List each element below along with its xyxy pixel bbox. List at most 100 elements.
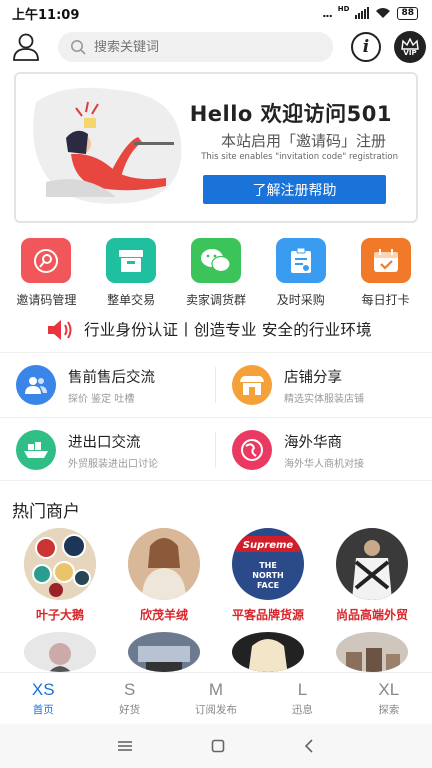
tab-subscribe-publish[interactable]: M 订阅发布 <box>173 673 259 724</box>
banner-subtitle: 本站启用「邀请码」注册 <box>220 132 386 150</box>
feature-store-share[interactable]: 店铺分享 精选实体服装店铺 <box>216 353 432 417</box>
feature-title: 售前售后交流 <box>68 369 155 386</box>
tab-icon: XL <box>378 680 400 699</box>
tab-explore[interactable]: XL 探索 <box>346 673 432 724</box>
banner-title: Hello 欢迎访问501 <box>189 102 392 126</box>
merchant-card[interactable] <box>10 632 110 672</box>
tab-label: 订阅发布 <box>195 704 238 716</box>
clipboard-icon <box>290 247 311 273</box>
quick-link-icon-bg <box>360 238 411 283</box>
search-icon <box>71 40 86 55</box>
home-icon[interactable] <box>211 739 225 753</box>
users-icon <box>25 377 47 394</box>
model-photo <box>336 632 408 672</box>
feature-title: 店铺分享 <box>284 369 342 386</box>
merchant-card[interactable]: 尚品高端外贸 <box>322 528 422 623</box>
store-photo <box>128 632 200 672</box>
menu-icon[interactable] <box>117 740 133 752</box>
quick-link-label: 每日打卡 <box>361 293 410 307</box>
store-icon <box>240 376 264 395</box>
quick-link-invite-code[interactable]: 邀请码管理 <box>6 238 86 308</box>
quick-link-purchase[interactable]: 及时采购 <box>261 238 341 308</box>
patches-image <box>24 528 96 600</box>
status-bar: 上午11:09 ... HD 88 <box>0 0 432 26</box>
brand-logos-image: Supreme THENORTHFACE <box>232 528 304 600</box>
model-photo <box>128 528 200 600</box>
merchant-name: 叶子大鹅 <box>35 608 84 622</box>
merchant-card[interactable] <box>218 632 318 672</box>
merchant-avatar: Supreme THE NORTH FACE <box>232 528 304 600</box>
feature-icon-bg <box>232 430 272 470</box>
tab-icon: M <box>208 680 224 699</box>
search-bar[interactable] <box>58 32 333 62</box>
tab-label: 探索 <box>378 704 400 716</box>
quick-link-label: 整单交易 <box>107 293 156 307</box>
back-icon[interactable] <box>303 739 315 753</box>
quick-link-icon-bg <box>21 238 72 283</box>
feature-row-2: 进出口交流 外贸服装进出口讨论 海外华商 海外华人商机对接 <box>0 417 432 481</box>
globe-icon <box>241 439 263 461</box>
feature-subtitle: 外贸服装进出口讨论 <box>68 458 158 470</box>
signal-icon <box>355 7 370 19</box>
feature-title: 进出口交流 <box>68 434 141 451</box>
quick-link-seller-group[interactable]: 卖家调货群 <box>176 238 256 308</box>
bottom-tab-bar: XS 首页 S 好货 M 订阅发布 L 迅息 XL 探索 <box>0 672 432 724</box>
merchant-card[interactable]: 叶子大鹅 <box>10 528 110 623</box>
wifi-icon <box>376 8 391 18</box>
info-glyph: i <box>362 37 370 57</box>
merchant-avatar <box>24 632 96 672</box>
merchant-card[interactable] <box>322 632 422 672</box>
system-navigation-bar <box>0 724 432 768</box>
vip-crown-icon[interactable]: VIP <box>394 31 426 63</box>
ship-icon <box>24 442 48 458</box>
quick-link-label: 邀请码管理 <box>16 293 77 307</box>
merchant-name: 欣茂羊绒 <box>139 608 188 622</box>
notification-dots: ... <box>322 6 333 20</box>
merchant-avatar <box>128 632 200 672</box>
feature-icon-bg <box>232 365 272 405</box>
registration-help-button[interactable]: 了解注册帮助 <box>203 175 386 204</box>
merchant-avatar <box>24 528 96 600</box>
quick-link-label: 及时采购 <box>276 293 325 307</box>
feature-icon-bg <box>16 365 56 405</box>
feature-import-export[interactable]: 进出口交流 外贸服装进出口讨论 <box>0 418 216 482</box>
tab-icon: XS <box>31 680 55 699</box>
svg-text:FACE: FACE <box>257 581 279 590</box>
user-icon[interactable] <box>12 32 40 62</box>
search-input[interactable] <box>94 39 314 55</box>
wechat-icon <box>200 248 231 272</box>
announcement-bar: 行业身份认证丨创造专业 安全的行业环境 <box>0 316 432 342</box>
svg-text:THE: THE <box>259 561 277 570</box>
tab-home[interactable]: XS 首页 <box>0 673 86 724</box>
tab-icon: L <box>297 680 308 699</box>
merchant-name: 尚品高端外贸 <box>335 608 408 622</box>
merchant-avatar <box>232 632 304 672</box>
merchant-card[interactable]: 欣茂羊绒 <box>114 528 214 623</box>
merchant-card[interactable]: Supreme THE NORTH FACE 平客品牌货源 <box>218 528 318 623</box>
merchant-list-row-2 <box>0 632 432 672</box>
hot-merchants-title: 热门商户 <box>12 502 80 522</box>
tab-label: 好货 <box>119 704 141 716</box>
tab-goods[interactable]: S 好货 <box>86 673 172 724</box>
tab-news[interactable]: L 迅息 <box>259 673 345 724</box>
quick-link-icon-bg <box>106 238 157 283</box>
model-photo <box>24 632 96 672</box>
info-icon[interactable]: i <box>351 32 381 62</box>
quick-link-icon-bg <box>190 238 241 283</box>
feature-row-1: 售前售后交流 探价 鉴定 吐槽 店铺分享 精选实体服装店铺 <box>0 352 432 416</box>
feature-presales-aftersales[interactable]: 售前售后交流 探价 鉴定 吐槽 <box>0 353 216 417</box>
merchant-card[interactable] <box>114 632 214 672</box>
tab-label: 首页 <box>32 704 54 716</box>
status-icons: ... HD 88 <box>322 5 418 20</box>
quick-link-daily-checkin[interactable]: 每日打卡 <box>346 238 426 308</box>
status-time: 上午11:09 <box>12 7 80 23</box>
model-photo <box>232 632 304 672</box>
feature-text: 海外华商 海外华人商机对接 <box>284 431 364 470</box>
quick-link-bulk-trade[interactable]: 整单交易 <box>91 238 171 308</box>
feature-subtitle: 探价 鉴定 吐槽 <box>68 393 135 405</box>
announcement-text: 行业身份认证丨创造专业 安全的行业环境 <box>84 321 372 339</box>
feature-overseas-chinese[interactable]: 海外华商 海外华人商机对接 <box>216 418 432 482</box>
box-icon <box>119 249 144 272</box>
speaker-icon <box>48 320 72 340</box>
battery-icon: 88 <box>397 6 418 20</box>
